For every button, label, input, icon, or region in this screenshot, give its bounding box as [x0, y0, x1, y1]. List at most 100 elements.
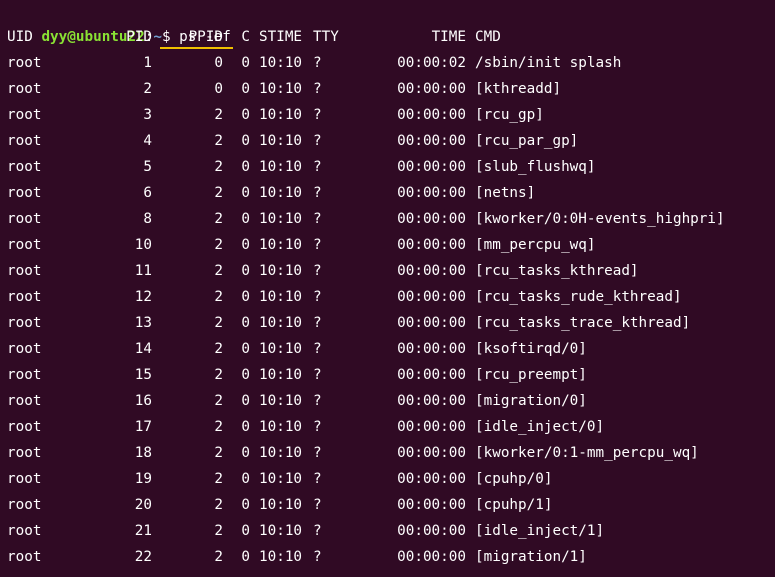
table-row: root 5 2 0 10:10? 00:00:00 [slub_flushwq]: [0, 154, 775, 180]
cell-tty: ?: [313, 263, 322, 279]
cell-uid: root: [7, 289, 42, 305]
header-c: C: [241, 29, 250, 45]
cell-stime: 10:10: [259, 237, 303, 253]
cell-tty: ?: [313, 523, 322, 539]
cell-uid: root: [7, 237, 42, 253]
table-row: root 20 2 0 10:10? 00:00:00 [cpuhp/1]: [0, 492, 775, 518]
cell-ppid: 2: [214, 445, 223, 461]
table-row: root 11 2 0 10:10? 00:00:00 [rcu_tasks_kthread…: [0, 258, 775, 284]
cell-pid: 11: [134, 263, 152, 279]
cell-stime: 10:10: [259, 289, 303, 305]
cell-stime: 10:10: [259, 315, 303, 331]
table-row: root 8 2 0 10:10? 00:00:00 [kworker/0:0H-event…: [0, 206, 775, 232]
cell-ppid: 2: [214, 107, 223, 123]
cell-uid: root: [7, 523, 42, 539]
cell-stime: 10:10: [259, 159, 303, 175]
header-tty: TTY: [313, 29, 339, 45]
cell-pid: 3: [143, 107, 152, 123]
cell-time: 00:00:00: [397, 211, 466, 227]
cell-cmd: [migration/0]: [475, 393, 587, 409]
cell-tty: ?: [313, 133, 322, 149]
cell-pid: 15: [134, 367, 152, 383]
header-cmd: CMD: [475, 29, 501, 45]
cell-tty: ?: [313, 55, 322, 71]
cell-pid: 13: [134, 315, 152, 331]
cell-pid: 18: [134, 445, 152, 461]
cell-time: 00:00:00: [397, 523, 466, 539]
cell-tty: ?: [313, 315, 322, 331]
table-row: root 3 2 0 10:10? 00:00:00 [rcu_gp]: [0, 102, 775, 128]
cell-time: 00:00:00: [397, 315, 466, 331]
cell-cmd: [mm_percpu_wq]: [475, 237, 596, 253]
cell-uid: root: [7, 315, 42, 331]
cell-time: 00:00:00: [397, 393, 466, 409]
header-ppid: PPID: [188, 29, 223, 45]
cell-uid: root: [7, 471, 42, 487]
cell-uid: root: [7, 107, 42, 123]
cell-cmd: [rcu_tasks_trace_kthread]: [475, 315, 691, 331]
cell-ppid: 2: [214, 315, 223, 331]
cell-tty: ?: [313, 393, 322, 409]
cell-ppid: 2: [214, 159, 223, 175]
cell-cmd: [migration/1]: [475, 549, 587, 565]
cell-tty: ?: [313, 185, 322, 201]
table-row: root 13 2 0 10:10? 00:00:00 [rcu_tasks_trace_k…: [0, 310, 775, 336]
cell-uid: root: [7, 497, 42, 513]
header-uid: UID: [7, 29, 33, 45]
cell-cmd: [idle_inject/1]: [475, 523, 605, 539]
table-row: root 15 2 0 10:10? 00:00:00 [rcu_preempt]: [0, 362, 775, 388]
cell-uid: root: [7, 159, 42, 175]
cell-pid: 10: [134, 237, 152, 253]
cell-tty: ?: [313, 159, 322, 175]
cell-ppid: 2: [214, 289, 223, 305]
cell-stime: 10:10: [259, 497, 303, 513]
cell-time: 00:00:00: [397, 471, 466, 487]
cell-time: 00:00:00: [397, 341, 466, 357]
cell-stime: 10:10: [259, 107, 303, 123]
cell-pid: 17: [134, 419, 152, 435]
cell-tty: ?: [313, 471, 322, 487]
cell-cmd: [rcu_tasks_kthread]: [475, 263, 639, 279]
cell-cmd: [rcu_gp]: [475, 107, 544, 123]
cell-pid: 8: [143, 211, 152, 227]
cell-cmd: [netns]: [475, 185, 536, 201]
cell-stime: 10:10: [259, 263, 303, 279]
cell-time: 00:00:00: [397, 289, 466, 305]
cell-ppid: 2: [214, 523, 223, 539]
cell-stime: 10:10: [259, 393, 303, 409]
cell-stime: 10:10: [259, 445, 303, 461]
cell-ppid: 2: [214, 497, 223, 513]
cell-c: 0: [241, 315, 250, 331]
cell-tty: ?: [313, 107, 322, 123]
table-row: root 10 2 0 10:10? 00:00:00 [mm_percpu_wq]: [0, 232, 775, 258]
cell-cmd: [cpuhp/1]: [475, 497, 553, 513]
cell-uid: root: [7, 341, 42, 357]
cell-time: 00:00:00: [397, 549, 466, 565]
cell-uid: root: [7, 549, 42, 565]
cell-tty: ?: [313, 419, 322, 435]
cell-uid: root: [7, 55, 42, 71]
cell-c: 0: [241, 445, 250, 461]
table-row: root 17 2 0 10:10? 00:00:00 [idle_inject/0]: [0, 414, 775, 440]
cell-c: 0: [241, 133, 250, 149]
cell-tty: ?: [313, 341, 322, 357]
cell-c: 0: [241, 471, 250, 487]
cell-pid: 22: [134, 549, 152, 565]
cell-c: 0: [241, 185, 250, 201]
cell-time: 00:00:00: [397, 185, 466, 201]
cell-ppid: 0: [214, 81, 223, 97]
cell-time: 00:00:00: [397, 367, 466, 383]
cell-uid: root: [7, 367, 42, 383]
cell-pid: 20: [134, 497, 152, 513]
table-row: root 16 2 0 10:10? 00:00:00 [migration/0]: [0, 388, 775, 414]
header-pid: PID: [126, 29, 152, 45]
shell-prompt-line: dyy@ubuntu22:~$ ps -ef: [7, 0, 233, 49]
terminal-window[interactable]: dyy@ubuntu22:~$ ps -ef UID PID PPID C ST…: [0, 0, 775, 577]
cell-uid: root: [7, 445, 42, 461]
cell-tty: ?: [313, 367, 322, 383]
cell-tty: ?: [313, 81, 322, 97]
cell-c: 0: [241, 263, 250, 279]
cell-cmd: /sbin/init splash: [475, 55, 622, 71]
cell-c: 0: [241, 55, 250, 71]
cell-pid: 16: [134, 393, 152, 409]
